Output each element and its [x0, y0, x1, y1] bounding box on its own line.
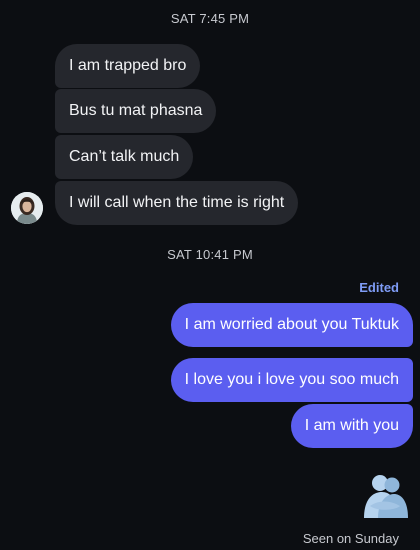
seen-status: Seen on Sunday [302, 531, 399, 546]
incoming-message[interactable]: Can’t talk much [55, 135, 194, 179]
timestamp-sat-1041: SAT 10:41 PM [167, 247, 253, 262]
hug-icon [364, 475, 408, 518]
outgoing-message[interactable]: I am worried about you Tuktuk [170, 303, 413, 347]
avatar-image [11, 192, 43, 224]
edited-label: Edited [359, 280, 399, 295]
outgoing-message[interactable]: I love you i love you soo much [170, 358, 413, 402]
incoming-message[interactable]: I am trapped bro [55, 44, 201, 88]
hug-sticker[interactable] [356, 470, 412, 522]
outgoing-message[interactable]: I am with you [290, 404, 413, 448]
incoming-message[interactable]: Bus tu mat phasna [55, 89, 217, 133]
contact-avatar[interactable] [11, 192, 43, 224]
incoming-message[interactable]: I will call when the time is right [55, 181, 299, 225]
timestamp-sat-745: SAT 7:45 PM [170, 11, 250, 26]
